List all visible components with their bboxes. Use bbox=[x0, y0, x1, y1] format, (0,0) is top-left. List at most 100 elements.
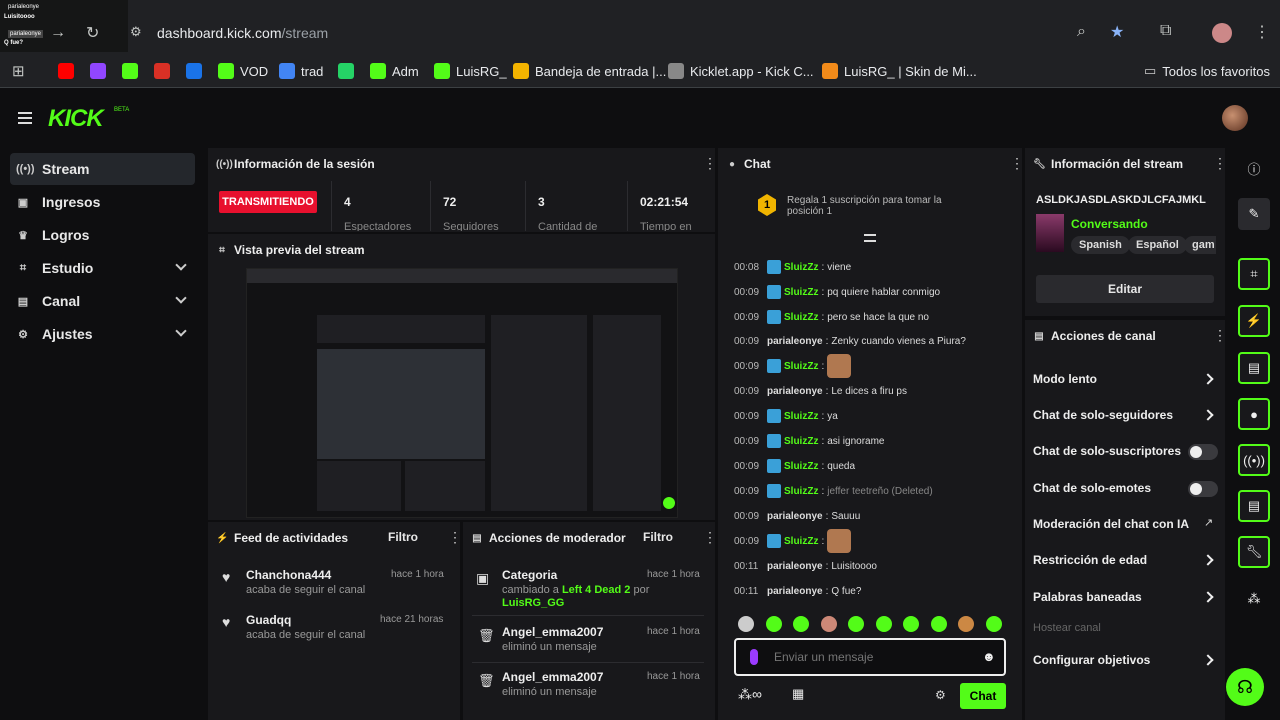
chat-username[interactable]: parialeonye bbox=[767, 336, 823, 347]
help-headset-icon[interactable]: ☊ bbox=[1226, 668, 1264, 706]
wrench-toggle-icon[interactable]: 🔧︎ bbox=[1238, 536, 1270, 568]
bookmark-item[interactable]: VOD bbox=[218, 62, 268, 80]
sidebar-item-estudio[interactable]: ⌗ Estudio bbox=[10, 252, 195, 284]
chat-message-input[interactable] bbox=[774, 646, 974, 668]
bookmark-item[interactable] bbox=[90, 62, 106, 80]
toggle-switch[interactable] bbox=[1188, 481, 1218, 497]
bookmark-item[interactable]: Bandeja de entrada |... bbox=[513, 62, 666, 80]
sidebar-item-canal[interactable]: ▤ Canal bbox=[10, 285, 195, 317]
bookmark-item[interactable] bbox=[58, 62, 74, 80]
chat-username[interactable]: parialeonye bbox=[767, 586, 823, 597]
profile-avatar[interactable] bbox=[1212, 23, 1232, 43]
channel-actions-toggle-icon[interactable]: ▤ bbox=[1238, 490, 1270, 522]
channel-action-3[interactable]: Chat de solo-emotes bbox=[1033, 481, 1151, 495]
apps-grid-icon[interactable]: ⊞ bbox=[12, 62, 25, 80]
edit-stream-button[interactable]: Editar bbox=[1036, 275, 1214, 303]
bookmark-item[interactable]: LuisRG_ bbox=[434, 62, 507, 80]
channel-action-1[interactable]: Chat de solo-seguidores bbox=[1033, 408, 1173, 422]
emote-icon[interactable] bbox=[930, 616, 947, 632]
bookmark-item[interactable] bbox=[186, 62, 202, 80]
emote-icon[interactable] bbox=[958, 616, 974, 632]
kebab-icon[interactable] bbox=[1213, 156, 1217, 170]
chat-username[interactable]: SluizZz bbox=[784, 461, 818, 472]
chat-username[interactable]: SluizZz bbox=[784, 486, 818, 497]
kebab-icon[interactable] bbox=[703, 156, 707, 170]
bookmark-item[interactable]: LuisRG_ | Skin de Mi... bbox=[822, 62, 977, 80]
chat-username[interactable]: parialeonye bbox=[767, 511, 823, 522]
kebab-icon[interactable] bbox=[1213, 328, 1217, 342]
chat-settings-icon[interactable]: ⚙ bbox=[935, 688, 946, 702]
bookmark-item[interactable] bbox=[154, 62, 170, 80]
preview-toggle-icon[interactable]: ⌗ bbox=[1238, 258, 1270, 290]
bookmark-item[interactable]: Adm bbox=[370, 62, 419, 80]
kick-logo[interactable]: KICK bbox=[48, 105, 104, 133]
chat-username[interactable]: SluizZz bbox=[784, 361, 818, 372]
pencil-icon[interactable]: ✎ bbox=[1238, 198, 1270, 230]
chat-username[interactable]: parialeonye bbox=[767, 386, 823, 397]
info-icon[interactable]: ⓘ bbox=[1238, 152, 1270, 184]
sidebar-item-stream[interactable]: ((•)) Stream bbox=[10, 153, 195, 185]
sidebar-item-ajustes[interactable]: ⚙ Ajustes bbox=[10, 318, 195, 350]
emoji-icon[interactable]: ☻ bbox=[982, 649, 996, 664]
channel-action-2[interactable]: Chat de solo-suscriptores bbox=[1033, 444, 1181, 458]
kebab-icon[interactable] bbox=[1010, 156, 1014, 170]
kicks-icon[interactable]: ⁂∞ bbox=[738, 686, 762, 703]
stream-tag[interactable]: Español bbox=[1128, 236, 1187, 254]
stream-category[interactable]: Conversando bbox=[1071, 217, 1148, 231]
pin-collapse-icon[interactable] bbox=[864, 234, 876, 242]
emote-icon[interactable] bbox=[793, 616, 809, 632]
sidebar-item-logros[interactable]: ♛ Logros bbox=[10, 219, 195, 251]
layout-icon[interactable]: ⁂ bbox=[1238, 583, 1270, 615]
activity-toggle-icon[interactable]: ⚡ bbox=[1238, 305, 1270, 337]
broadcast-toggle-icon[interactable]: ((•)) bbox=[1238, 444, 1270, 476]
moderator-filter-button[interactable]: Filtro bbox=[643, 530, 673, 544]
gift-sub-prompt[interactable]: Regala 1 suscripción para tomar la posic… bbox=[787, 195, 977, 217]
chat-username[interactable]: SluizZz bbox=[784, 287, 818, 298]
bookmark-item[interactable]: trad bbox=[279, 62, 323, 80]
stream-preview-video[interactable] bbox=[246, 268, 678, 518]
star-icon[interactable]: ★ bbox=[1110, 22, 1124, 42]
channel-action-5[interactable]: Restricción de edad bbox=[1033, 553, 1147, 567]
chat-username[interactable]: SluizZz bbox=[784, 536, 818, 547]
stream-tag[interactable]: gam bbox=[1184, 236, 1216, 254]
bookmark-item[interactable] bbox=[338, 62, 354, 80]
channel-action-0[interactable]: Modo lento bbox=[1033, 372, 1097, 386]
chat-username[interactable]: parialeonye bbox=[767, 561, 823, 572]
mod-action-name[interactable]: Angel_emma2007 bbox=[502, 670, 603, 684]
extensions-icon[interactable]: ⧉ bbox=[1160, 22, 1171, 40]
chat-username[interactable]: SluizZz bbox=[784, 262, 818, 273]
mod-actions-toggle-icon[interactable]: ▤ bbox=[1238, 352, 1270, 384]
mod-detail-user[interactable]: LuisRG_GG bbox=[502, 597, 564, 609]
emote-icon[interactable] bbox=[738, 616, 754, 632]
menu-icon[interactable]: ⋮ bbox=[1254, 22, 1270, 42]
activity-filter-button[interactable]: Filtro bbox=[388, 530, 418, 544]
kebab-icon[interactable] bbox=[703, 530, 707, 544]
address-bar[interactable]: dashboard.kick.com/stream bbox=[157, 25, 328, 41]
all-favorites[interactable]: ▭ Todos los favoritos bbox=[1144, 62, 1270, 80]
channel-action-4[interactable]: Moderación del chat con IA bbox=[1033, 517, 1189, 531]
site-settings-icon[interactable]: ⚙ bbox=[130, 24, 142, 40]
toggle-switch[interactable] bbox=[1188, 444, 1218, 460]
activity-username[interactable]: Chanchona444 bbox=[246, 568, 331, 582]
chat-username[interactable]: SluizZz bbox=[784, 411, 818, 422]
bookmark-item[interactable] bbox=[122, 62, 138, 80]
emote-icon[interactable] bbox=[985, 616, 1002, 632]
emote-icon[interactable] bbox=[848, 616, 864, 632]
emote-icon[interactable] bbox=[765, 616, 782, 632]
user-avatar[interactable] bbox=[1222, 105, 1248, 131]
activity-username[interactable]: Guadqq bbox=[246, 613, 291, 627]
stream-tag[interactable]: Spanish bbox=[1071, 236, 1130, 254]
mod-detail-game[interactable]: Left 4 Dead 2 bbox=[562, 584, 630, 596]
forward-icon[interactable]: → bbox=[50, 24, 66, 42]
mod-action-name[interactable]: Angel_emma2007 bbox=[502, 625, 603, 639]
hamburger-menu-icon[interactable] bbox=[18, 112, 32, 124]
emote-icon[interactable] bbox=[820, 616, 837, 632]
emote-icon[interactable] bbox=[875, 616, 892, 632]
zoom-icon[interactable]: ⌕ bbox=[1077, 23, 1086, 41]
chat-username[interactable]: SluizZz bbox=[784, 436, 818, 447]
gift-icon[interactable]: ▦ bbox=[792, 686, 804, 702]
channel-action-6[interactable]: Palabras baneadas bbox=[1033, 590, 1142, 604]
sidebar-item-ingresos[interactable]: ▣ Ingresos bbox=[10, 186, 195, 218]
send-chat-button[interactable]: Chat bbox=[960, 683, 1006, 709]
reload-icon[interactable]: ↻ bbox=[86, 23, 99, 43]
